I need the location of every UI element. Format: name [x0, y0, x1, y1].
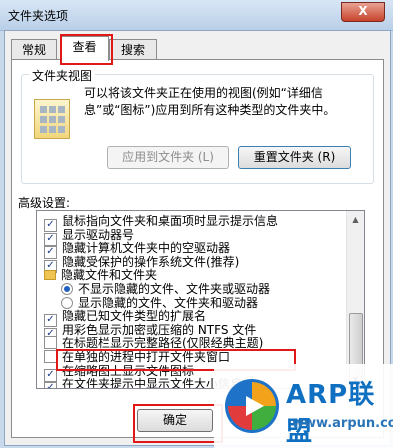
folder-icon	[44, 270, 56, 281]
tab-general[interactable]: 常规	[11, 39, 57, 60]
close-button[interactable]: X	[341, 2, 385, 22]
apply-to-folders-button[interactable]: 应用到文件夹 (L)	[107, 146, 229, 169]
scrollbar[interactable]: ▲ ▼	[346, 211, 364, 388]
advanced-settings-label: 高级设置:	[18, 196, 71, 210]
highlight-box-view-tab	[60, 34, 113, 65]
checkbox[interactable]	[44, 336, 57, 350]
watermark-url: www.arpun.com	[292, 416, 393, 431]
watermark-brand: ARP联盟	[286, 380, 376, 447]
checkbox[interactable]: ✓	[44, 382, 57, 388]
highlight-box-ok-button	[133, 404, 223, 443]
arp-logo-icon	[225, 379, 279, 433]
tab-search[interactable]: 搜索	[109, 39, 157, 60]
folder-view-description: 可以将该文件夹正在使用的视图(例如“详细信息”或“图标”)应用到所有这种类型的文…	[84, 86, 336, 117]
radio-button[interactable]	[61, 296, 73, 309]
radio-button[interactable]	[61, 283, 73, 295]
watermark: ARP联盟 www.arpun.com	[214, 364, 393, 448]
folder-view-icon	[34, 99, 70, 139]
folder-view-title: 文件夹视图	[29, 67, 96, 84]
title-bar: 文件夹选项 X	[0, 0, 393, 31]
advanced-option-12[interactable]: ✓ 在文件夹提示中显示文件大小信息	[44, 376, 242, 388]
scroll-up-arrow-icon[interactable]: ▲	[347, 211, 364, 228]
window-title: 文件夹选项	[8, 9, 69, 23]
reset-folders-button[interactable]: 重置文件夹 (R)	[238, 146, 351, 169]
